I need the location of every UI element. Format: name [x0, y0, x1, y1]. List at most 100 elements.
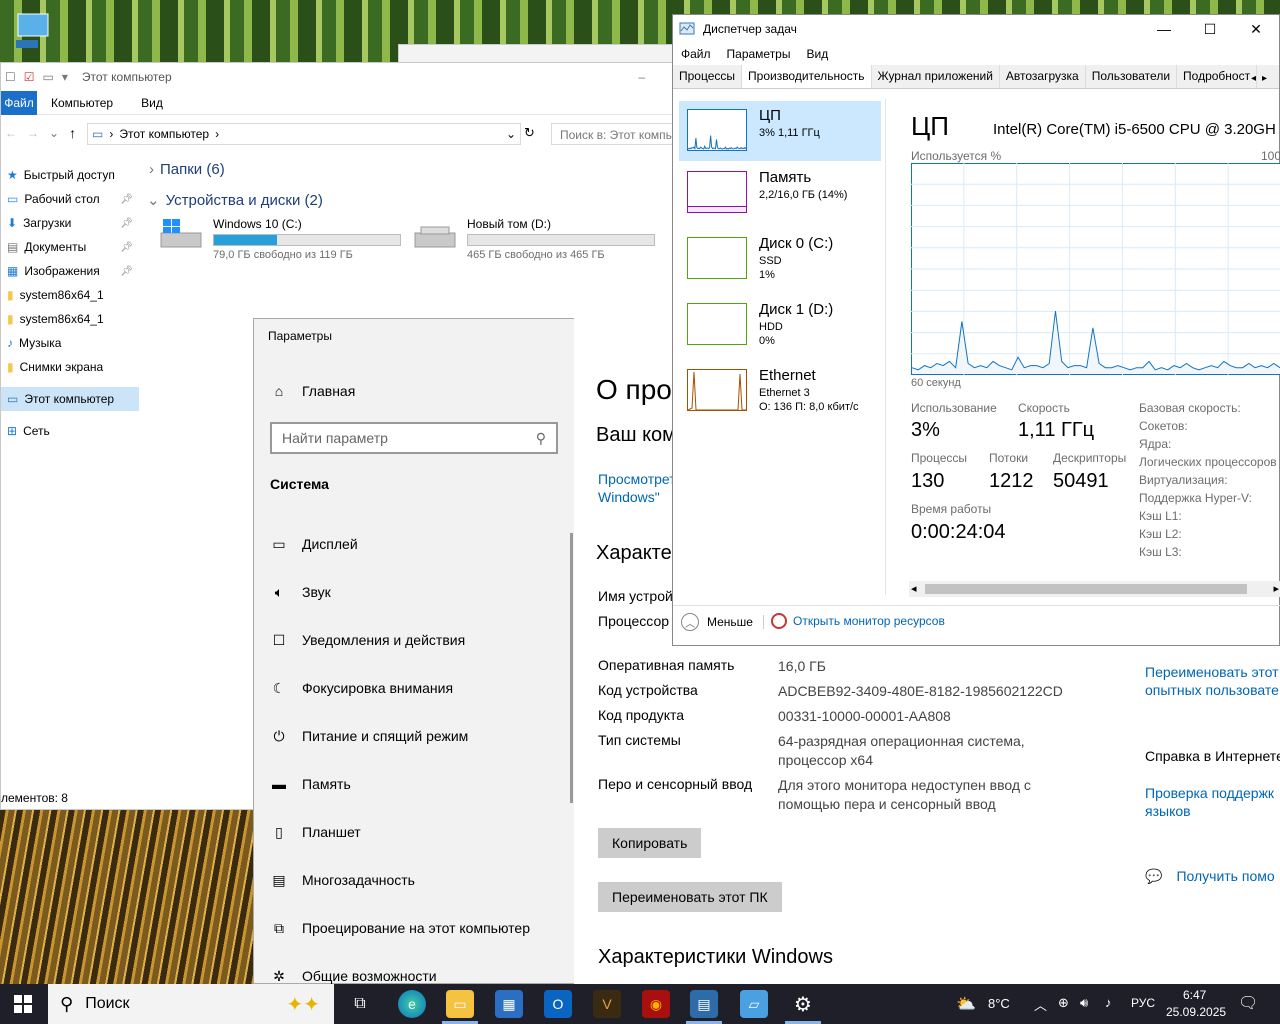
pin-icon[interactable]: 📌︎: [120, 266, 133, 277]
security-details-link[interactable]: Просмотрет Windows": [598, 470, 676, 506]
rename-advanced-link[interactable]: Переименовать этот опытных пользовате: [1145, 663, 1279, 699]
pin-icon[interactable]: 📌︎: [120, 242, 133, 253]
new-folder-icon[interactable]: ▭: [43, 70, 54, 84]
edge-icon[interactable]: e: [398, 990, 426, 1018]
file-explorer-icon[interactable]: ▭: [446, 990, 474, 1018]
settings-nav-item[interactable]: ☐ Уведомления и действия: [270, 628, 465, 652]
settings-search-input[interactable]: Найти параметр ⚲: [270, 422, 558, 454]
nav-item[interactable]: ♪ Музыка: [1, 331, 139, 355]
tab[interactable]: Журнал приложений: [872, 65, 1000, 88]
taskbar-search-box[interactable]: ⚲ Поиск ✦✦: [48, 984, 334, 1024]
settings-nav-item[interactable]: ▭ Дисплей: [270, 532, 357, 556]
settings-nav-item[interactable]: 🔈︎ Звук: [270, 580, 331, 604]
resource-item[interactable]: Диск 0 (C:) SSD 1%: [679, 229, 881, 289]
menu-item[interactable]: Файл: [681, 47, 711, 61]
volume-icon[interactable]: 🔊︎: [1080, 995, 1088, 1011]
drive-d[interactable]: Новый том (D:) 465 ГБ свободно из 465 ГБ: [413, 217, 655, 261]
scrollbar-thumb[interactable]: [925, 584, 1247, 594]
weather-icon[interactable]: ⛅: [956, 994, 976, 1014]
nav-item[interactable]: ▤ Документы 📌︎: [1, 235, 139, 259]
nav-item[interactable]: ▮ system86x64_1: [1, 307, 139, 331]
clock-date[interactable]: 25.09.2025: [1166, 1005, 1226, 1019]
resource-item[interactable]: Ethernet Ethernet 3 О: 136 П: 8,0 кбит/с: [679, 361, 881, 421]
nav-item[interactable]: ★ Быстрый доступ: [1, 163, 139, 187]
weather-temp[interactable]: 8°C: [988, 996, 1010, 1011]
tab[interactable]: Автозагрузка: [1000, 65, 1086, 88]
tab[interactable]: Пользователи: [1086, 65, 1178, 88]
resource-item[interactable]: Память 2,2/16,0 ГБ (14%): [679, 163, 881, 223]
clock-time[interactable]: 6:47: [1183, 988, 1206, 1002]
ribbon-view-tab[interactable]: Вид: [127, 96, 177, 110]
background-window-titlebar[interactable]: [398, 44, 678, 64]
address-dropdown-icon[interactable]: ⌄: [506, 127, 516, 141]
nav-item[interactable]: ▮ Снимки экрана: [1, 355, 139, 379]
checklist-icon[interactable]: ☑: [24, 70, 35, 84]
notifications-icon[interactable]: 🗨︎: [1238, 993, 1258, 1013]
tab[interactable]: Производительность: [742, 65, 872, 88]
get-help-link[interactable]: 💬 Получить помо: [1145, 868, 1275, 885]
language-support-link[interactable]: Проверка поддержк языков: [1145, 784, 1274, 820]
app-v-icon[interactable]: V: [593, 990, 621, 1018]
settings-home-item[interactable]: ⌂ Главная: [270, 379, 356, 403]
settings-nav-scrollbar[interactable]: [570, 533, 573, 803]
refresh-icon[interactable]: ↻: [524, 125, 535, 141]
maximize-button[interactable]: ☐: [1187, 15, 1233, 43]
network-icon[interactable]: ⊕: [1058, 995, 1069, 1011]
pin-icon[interactable]: 📌︎: [120, 218, 133, 229]
speaker-icon[interactable]: ♪: [1105, 995, 1112, 1010]
copy-button[interactable]: Копировать: [598, 828, 702, 858]
fewer-details-button[interactable]: ︿ Меньше: [681, 613, 753, 631]
resource-item[interactable]: Диск 1 (D:) HDD 0%: [679, 295, 881, 355]
settings-nav-item[interactable]: ☾ Фокусировка внимания: [270, 676, 453, 700]
settings-nav-item[interactable]: ⧉ Проецирование на этот компьютер: [270, 916, 530, 940]
outlook-icon[interactable]: O: [544, 990, 572, 1018]
nav-item[interactable]: ⬇ Загрузки 📌︎: [1, 211, 139, 235]
nav-item[interactable]: ▦ Изображения 📌︎: [1, 259, 139, 283]
settings-nav-item[interactable]: ⏻ Питание и спящий режим: [270, 724, 468, 748]
back-icon[interactable]: ←: [5, 126, 17, 140]
tab[interactable]: Процессы: [673, 65, 743, 88]
breadcrumb[interactable]: Этот компьютер: [119, 127, 209, 141]
settings-nav-item[interactable]: ▤ Многозадачность: [270, 868, 415, 892]
forward-icon[interactable]: →: [27, 126, 39, 140]
pin-icon[interactable]: 📌︎: [120, 194, 133, 205]
ribbon-file-tab[interactable]: Файл: [1, 90, 37, 115]
explorer-search-input[interactable]: Поиск в: Этот компь: [551, 123, 691, 145]
resource-item[interactable]: ЦП 3% 1,11 ГГц: [679, 101, 881, 161]
drive-c[interactable]: Windows 10 (C:) 79,0 ГБ свободно из 119 …: [159, 217, 401, 261]
folders-section-header[interactable]: › Папки (6): [149, 161, 225, 178]
settings-app-icon[interactable]: ▱: [740, 990, 768, 1018]
address-bar[interactable]: ▭ › Этот компьютер › ⌄: [87, 123, 521, 145]
start-button[interactable]: [14, 995, 32, 1013]
nav-item[interactable]: ⊞ Сеть: [1, 419, 139, 443]
nav-item[interactable]: ▭ Рабочий стол 📌︎: [1, 187, 139, 211]
tab-scroll-arrows[interactable]: ◂ ▸: [1251, 69, 1279, 87]
recent-chevron-icon[interactable]: ⌄: [49, 126, 59, 140]
ribbon-computer-tab[interactable]: Компьютер: [37, 96, 127, 110]
up-arrow-icon[interactable]: ↑: [69, 125, 76, 141]
chevron-down-icon[interactable]: ▾: [62, 70, 68, 84]
chevron-up-icon[interactable]: ︿: [1034, 995, 1047, 1014]
nav-item[interactable]: ▮ system86x64_1: [1, 283, 139, 307]
menu-item[interactable]: Параметры: [727, 47, 791, 61]
language-indicator[interactable]: РУС: [1131, 996, 1155, 1010]
gear-icon[interactable]: ⚙: [789, 990, 817, 1018]
task-view-icon[interactable]: ⧉: [346, 990, 374, 1018]
store-icon[interactable]: ▦: [495, 990, 523, 1018]
settings-nav-item[interactable]: ▬ Память: [270, 772, 351, 796]
menu-item[interactable]: Вид: [806, 47, 828, 61]
minimize-button[interactable]: —: [1141, 15, 1187, 43]
close-button[interactable]: ✕: [1233, 15, 1279, 43]
devices-section-header[interactable]: ⌄ Устройства и диски (2): [147, 191, 323, 210]
nav-item[interactable]: ▭ Этот компьютер: [1, 387, 139, 411]
scroll-left-icon[interactable]: ◂: [911, 582, 917, 595]
resource-monitor-link[interactable]: Открыть монитор ресурсов: [771, 613, 945, 629]
settings-nav-item[interactable]: ▯ Планшет: [270, 820, 361, 844]
tab[interactable]: Подробност: [1177, 65, 1258, 88]
properties-icon[interactable]: ☐: [5, 70, 16, 84]
chevron-left-icon[interactable]: ◂: [1251, 73, 1256, 84]
chevron-right-icon[interactable]: ▸: [1262, 73, 1267, 84]
rename-pc-button[interactable]: Переименовать этот ПК: [598, 882, 782, 912]
scroll-right-icon[interactable]: ▸: [1273, 582, 1279, 595]
horizontal-scrollbar[interactable]: ◂ ▸: [909, 581, 1280, 597]
